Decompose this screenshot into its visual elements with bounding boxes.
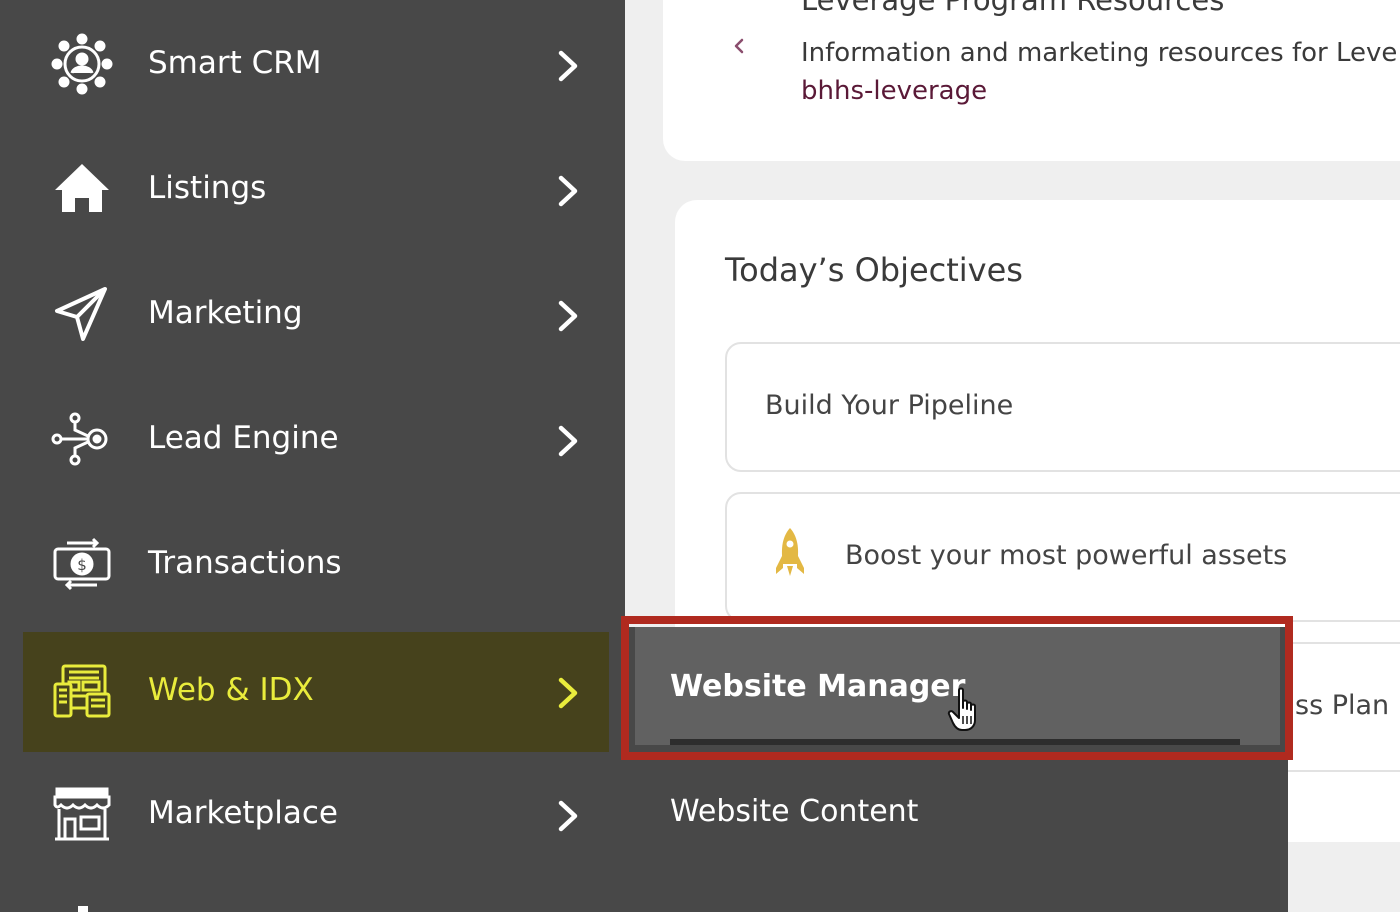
objective-label: ss Plan [1295,690,1390,721]
sidebar-nav: Smart CRM Listings Marketing Lead Engine… [0,0,625,912]
sidebar-item-label: Web & IDX [148,672,314,708]
sidebar-item-lead-engine[interactable]: Lead Engine [23,380,609,500]
objective-label: Build Your Pipeline [765,390,1014,421]
sidebar-item-label: Lead Engine [148,420,339,456]
chevron-right-icon [553,676,583,710]
sidebar-item-listings[interactable]: Listings [23,130,609,250]
objective-label: Boost your most powerful assets [845,540,1288,571]
submenu-item-website-content[interactable]: Website Content [635,752,1280,870]
sidebar-item-smart-crm[interactable]: Smart CRM [23,5,609,125]
funnel-nodes-icon [51,408,113,470]
sidebar-item-label: Smart CRM [148,45,322,81]
rocket-icon [773,526,807,578]
objective-item[interactable]: Build Your Pipeline [725,342,1400,472]
resources-card-link[interactable]: bhhs-leverage [801,76,987,106]
svg-text:$: $ [77,556,87,574]
submenu-item-label: Website Content [670,794,919,829]
devices-icon [51,660,113,722]
sidebar-item-label: Marketing [148,295,303,331]
sidebar-item-marketplace[interactable]: Marketplace [23,755,609,875]
resources-card: Leverage Program Resources Information a… [663,0,1400,161]
sidebar-item-marketing[interactable]: Marketing [23,255,609,375]
crm-network-icon [51,33,113,95]
paper-plane-icon [51,283,113,345]
resources-card-description: Information and marketing resources for … [801,38,1398,68]
sidebar-item-label: Listings [148,170,267,206]
objectives-title: Today’s Objectives [725,251,1023,289]
chevron-right-icon [553,424,583,458]
objective-item[interactable]: Boost your most powerful assets [725,492,1400,622]
money-exchange-icon: $ [51,533,113,595]
chevron-right-icon [553,49,583,83]
house-icon [51,158,113,220]
chevron-left-icon[interactable] [729,34,749,58]
sidebar-item-label: Marketplace [148,795,338,831]
chevron-right-icon [553,799,583,833]
sidebar-item-label: Transactions [148,545,342,581]
sidebar-item-web-idx[interactable]: Web & IDX [23,632,609,752]
resources-card-title: Leverage Program Resources [801,0,1225,17]
partial-nav-icon [78,906,88,912]
sidebar-item-transactions[interactable]: $ Transactions [23,505,609,625]
hand-pointer-cursor-icon [946,686,986,734]
storefront-icon [51,783,113,845]
chevron-right-icon [553,174,583,208]
chevron-right-icon [553,299,583,333]
